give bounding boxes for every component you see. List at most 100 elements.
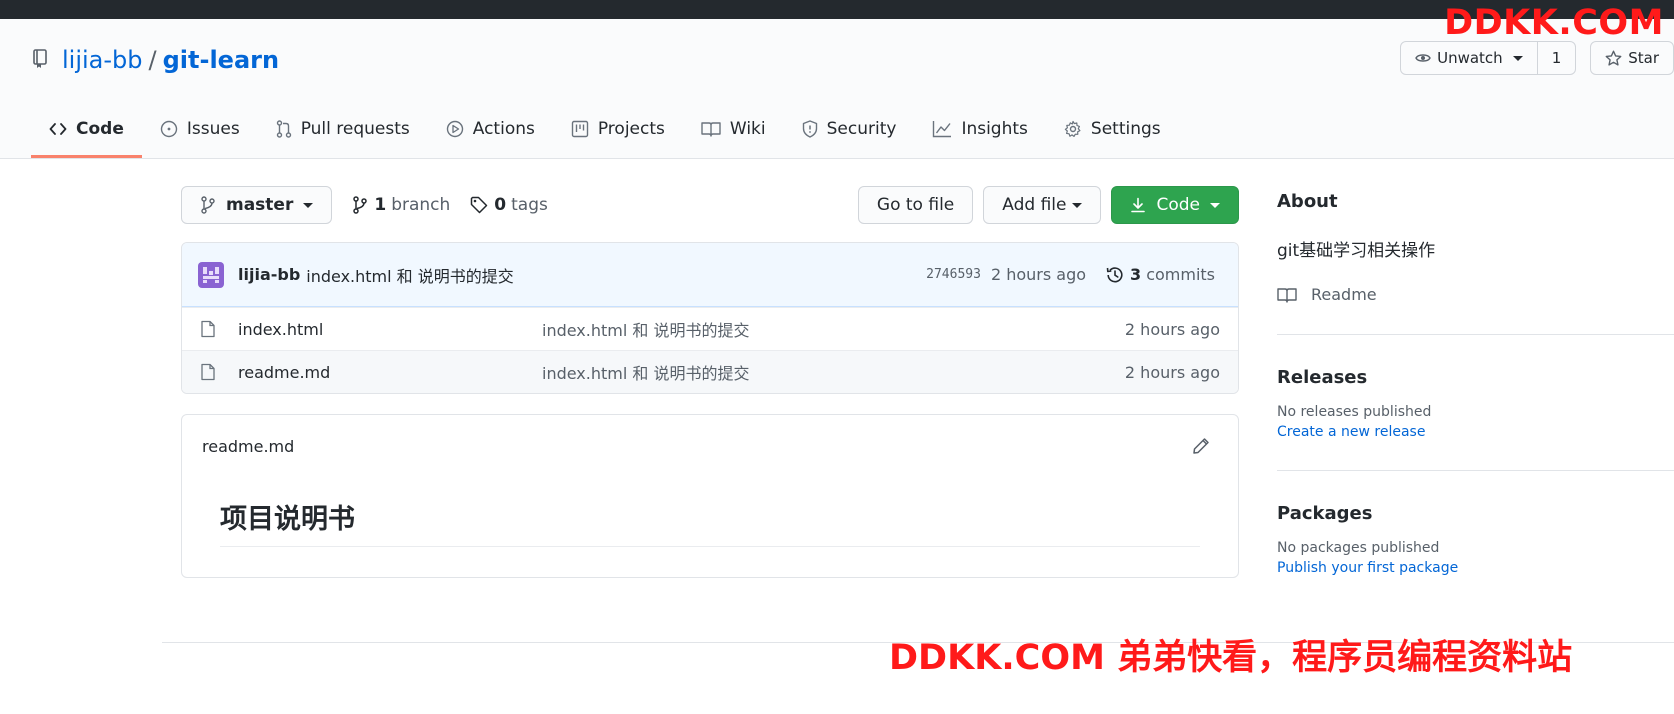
add-file-button[interactable]: Add file: [983, 186, 1102, 224]
tag-count: 0: [494, 195, 507, 215]
repo-owner-link[interactable]: lijia-bb: [62, 46, 143, 74]
readme-filename: readme.md: [202, 437, 295, 456]
releases-empty-text: No releases published: [1277, 404, 1432, 420]
create-release-link[interactable]: Create a new release: [1277, 424, 1674, 440]
star-icon: [1605, 50, 1622, 66]
readme-heading: 项目说明书: [220, 497, 1200, 547]
readme-box: readme.md 项目说明书: [181, 414, 1239, 578]
publish-package-link[interactable]: Publish your first package: [1277, 560, 1674, 576]
tab-code[interactable]: Code: [31, 102, 142, 158]
chevron-down-icon: [1210, 202, 1220, 208]
branch-icon: [201, 196, 215, 214]
tab-projects[interactable]: Projects: [553, 102, 683, 158]
pull-request-icon: [276, 119, 291, 138]
repo-title-separator: /: [148, 46, 157, 74]
branch-word: branch: [391, 195, 451, 215]
repo-header-actions: Unwatch 1 Star: [1386, 41, 1674, 75]
repo-tabs: Code Issues Pull requests Actions Projec…: [31, 102, 1179, 158]
chevron-down-icon: [303, 202, 314, 208]
watch-button-group: Unwatch 1: [1400, 41, 1577, 75]
tab-security[interactable]: Security: [784, 102, 915, 158]
repo-description: git基础学习相关操作: [1277, 241, 1436, 261]
identicon-icon: [203, 266, 219, 283]
tab-label: Insights: [961, 118, 1028, 139]
readme-link-label: Readme: [1311, 285, 1377, 304]
file-commit-message-link[interactable]: index.html 和 说明书的提交: [542, 317, 1125, 341]
tag-word: tags: [511, 195, 548, 215]
repo-title: lijia-bb / git-learn: [32, 43, 279, 77]
tab-wiki[interactable]: Wiki: [683, 102, 784, 158]
branches-link[interactable]: 1 branch: [352, 195, 450, 215]
avatar[interactable]: [198, 261, 224, 288]
shield-icon: [802, 119, 817, 138]
packages-empty-text: No packages published: [1277, 540, 1440, 556]
commits-word: commits: [1146, 265, 1215, 284]
tab-label: Settings: [1090, 118, 1161, 139]
book-icon: [701, 121, 721, 137]
tab-label: Code: [76, 118, 124, 139]
unwatch-button[interactable]: Unwatch: [1401, 42, 1537, 74]
tab-label: Security: [826, 118, 897, 139]
tab-label: Projects: [597, 118, 665, 139]
file-row[interactable]: readme.md index.html 和 说明书的提交 2 hours ag…: [182, 350, 1238, 393]
project-icon: [571, 120, 589, 137]
repo-main-content: master 1 branch 0 tags Go to file Add fi…: [181, 186, 1239, 578]
about-title: About: [1277, 191, 1338, 212]
code-icon: [49, 122, 67, 135]
star-button-group: Star: [1590, 41, 1674, 75]
global-header-bar: [0, 0, 1674, 19]
branch-icon: [353, 196, 368, 214]
watermark-top: DDKK.COM: [1444, 3, 1664, 43]
watermark-bottom: DDKK.COM 弟弟快看，程序员编程资料站: [889, 638, 1573, 678]
chevron-down-icon: [1072, 202, 1083, 208]
go-to-file-button[interactable]: Go to file: [857, 186, 974, 224]
file-list-box: lijia-bb index.html 和 说明书的提交 2746593 2 h…: [181, 242, 1239, 394]
chevron-down-icon: [1512, 55, 1523, 61]
watchers-count[interactable]: 1: [1536, 42, 1576, 74]
file-name-link[interactable]: index.html: [238, 320, 542, 339]
star-button[interactable]: Star: [1591, 42, 1673, 74]
pencil-icon: [1193, 438, 1209, 454]
gear-icon: [1064, 120, 1081, 137]
file-navigation: master 1 branch 0 tags Go to file Add fi…: [181, 186, 1239, 224]
tab-issues[interactable]: Issues: [142, 102, 258, 158]
star-label: Star: [1628, 49, 1659, 67]
packages-title[interactable]: Packages: [1277, 503, 1674, 524]
tags-link[interactable]: 0 tags: [470, 195, 548, 215]
file-age: 2 hours ago: [1124, 319, 1220, 339]
tag-icon: [471, 196, 488, 214]
repo-sidebar: About git基础学习相关操作 Readme Releases No rel…: [1277, 186, 1674, 576]
sidebar-divider: [1277, 334, 1674, 335]
tab-label: Wiki: [729, 118, 766, 139]
code-download-label: Code: [1156, 195, 1200, 215]
commits-history-link[interactable]: 3 commits: [1106, 265, 1215, 284]
edit-readme-button[interactable]: [1192, 437, 1210, 459]
file-age: 2 hours ago: [1124, 362, 1220, 382]
sidebar-divider: [1277, 470, 1674, 471]
commit-sha-link[interactable]: 2746593: [926, 267, 981, 282]
readme-link[interactable]: Readme: [1277, 285, 1674, 304]
branch-count: 1: [374, 195, 387, 215]
history-icon: [1106, 266, 1123, 283]
commits-count: 3: [1130, 265, 1142, 284]
file-icon: [200, 363, 218, 381]
commit-author-link[interactable]: lijia-bb: [238, 265, 300, 284]
tab-insights[interactable]: Insights: [914, 102, 1045, 158]
tab-settings[interactable]: Settings: [1046, 102, 1179, 158]
branch-select-button[interactable]: master: [181, 186, 333, 224]
code-download-button[interactable]: Code: [1111, 186, 1239, 224]
tab-pull-requests[interactable]: Pull requests: [258, 102, 428, 158]
latest-commit-bar: lijia-bb index.html 和 说明书的提交 2746593 2 h…: [182, 243, 1238, 307]
file-name-link[interactable]: readme.md: [238, 363, 542, 382]
commit-message-link[interactable]: index.html 和 说明书的提交: [306, 263, 513, 287]
releases-title[interactable]: Releases: [1277, 367, 1674, 388]
play-icon: [446, 120, 463, 137]
repo-name-link[interactable]: git-learn: [163, 46, 279, 74]
tab-label: Issues: [186, 118, 240, 139]
eye-icon: [1415, 54, 1431, 62]
file-row[interactable]: index.html index.html 和 说明书的提交 2 hours a…: [182, 307, 1238, 350]
file-commit-message-link[interactable]: index.html 和 说明书的提交: [542, 360, 1125, 384]
file-icon: [200, 320, 218, 338]
repo-header: lijia-bb / git-learn Unwatch 1 Star Code: [0, 19, 1674, 159]
tab-actions[interactable]: Actions: [428, 102, 553, 158]
